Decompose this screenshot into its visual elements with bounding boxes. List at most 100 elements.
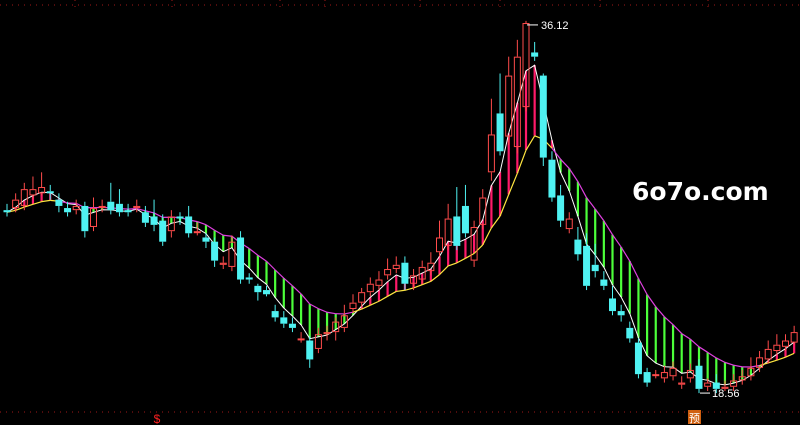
slow-ma-segment	[586, 197, 596, 210]
candle	[124, 203, 132, 217]
candle-body	[773, 344, 781, 352]
slow-ma-segment	[378, 295, 388, 302]
candle	[436, 220, 443, 257]
candle-body	[81, 205, 89, 232]
candle	[228, 235, 236, 272]
slow-ma-segment	[421, 280, 432, 286]
slow-ma-segment	[525, 135, 536, 151]
candle-body	[401, 262, 409, 284]
candle-body	[678, 382, 686, 385]
candle-body	[652, 374, 660, 377]
candle-body	[115, 203, 123, 213]
dollar-marker: $	[154, 412, 161, 425]
candle-body	[280, 317, 288, 324]
candle	[3, 203, 11, 217]
candle-body	[271, 311, 279, 318]
candle-body	[609, 298, 616, 312]
candle-body	[384, 269, 392, 276]
candle-body	[695, 365, 703, 389]
slow-ma-segment	[499, 194, 510, 217]
candle	[531, 41, 539, 61]
chart-area: 36.12 18.56 $ 预 6o7o.com	[0, 0, 800, 425]
candle	[600, 271, 608, 291]
candle	[496, 73, 504, 156]
candle-body	[358, 292, 366, 303]
candle	[46, 184, 54, 200]
candle-body	[185, 216, 193, 234]
candle-body	[107, 201, 115, 211]
slow-ma-segment	[629, 260, 639, 279]
slow-ma-segment	[447, 262, 458, 267]
candle-body	[557, 195, 565, 221]
candle-body	[496, 113, 504, 152]
candle-body	[211, 241, 219, 261]
slow-ma-segment	[768, 359, 778, 364]
candle-body	[263, 290, 270, 295]
slow-ma-segment	[776, 356, 786, 361]
slow-ma-segment	[456, 257, 466, 264]
slow-ma-segment	[759, 362, 769, 367]
slow-ma-segment	[681, 333, 691, 340]
slow-ma-segment	[266, 260, 276, 271]
candle-body	[254, 285, 262, 293]
candle-body	[202, 237, 210, 242]
candle-body	[574, 239, 582, 255]
candle-body	[349, 302, 357, 309]
candle-body	[626, 327, 634, 339]
candle	[790, 325, 798, 345]
candle	[115, 189, 123, 217]
candle	[609, 285, 616, 316]
candle	[617, 304, 625, 322]
slow-ma-segment	[361, 304, 371, 310]
candle	[141, 205, 149, 227]
slow-ma-segment	[785, 352, 795, 358]
slow-ma-segment	[689, 338, 700, 348]
candle-body	[487, 134, 495, 173]
candle-body	[72, 205, 80, 211]
candle-body	[634, 342, 642, 375]
candle	[453, 187, 461, 251]
candle	[81, 201, 89, 238]
candle-body	[583, 245, 591, 286]
candle-body	[531, 52, 539, 57]
candle	[756, 351, 764, 373]
slow-ma-segment	[568, 168, 579, 182]
candle-body	[219, 262, 227, 265]
candle-body	[392, 264, 400, 270]
slow-ma-segment	[248, 248, 259, 256]
slow-ma-segment	[655, 306, 665, 318]
candle-body	[159, 220, 167, 242]
candle	[626, 321, 634, 343]
candle	[461, 184, 469, 238]
candle-body	[539, 75, 547, 158]
candle-body	[288, 323, 296, 328]
candle	[297, 332, 305, 343]
candle	[557, 184, 565, 227]
low-price-label: 18.56	[712, 388, 740, 400]
slow-ma-segment	[387, 290, 397, 297]
candle-body	[643, 372, 651, 383]
slow-ma-segment	[465, 252, 475, 259]
candle	[634, 338, 642, 379]
slow-ma-segment	[352, 308, 362, 313]
candle	[678, 376, 686, 389]
slow-ma-segment	[516, 149, 527, 174]
slow-ma-segment	[716, 357, 726, 363]
slow-ma-segment	[439, 265, 449, 276]
candle	[211, 237, 219, 267]
candle-body	[375, 279, 383, 286]
candle	[539, 73, 547, 166]
trend-band	[14, 65, 796, 385]
candle	[392, 256, 400, 274]
slow-ma-segment	[724, 361, 734, 366]
candle-body	[46, 191, 54, 194]
candle-body	[660, 372, 668, 379]
candle	[375, 271, 383, 291]
candle-body	[237, 237, 245, 280]
slow-ma-segment	[404, 287, 414, 291]
candle	[245, 273, 253, 284]
candle-body	[366, 283, 374, 293]
slow-ma-segment	[292, 285, 302, 295]
candle-body	[98, 205, 106, 208]
slow-ma-segment	[646, 294, 657, 308]
